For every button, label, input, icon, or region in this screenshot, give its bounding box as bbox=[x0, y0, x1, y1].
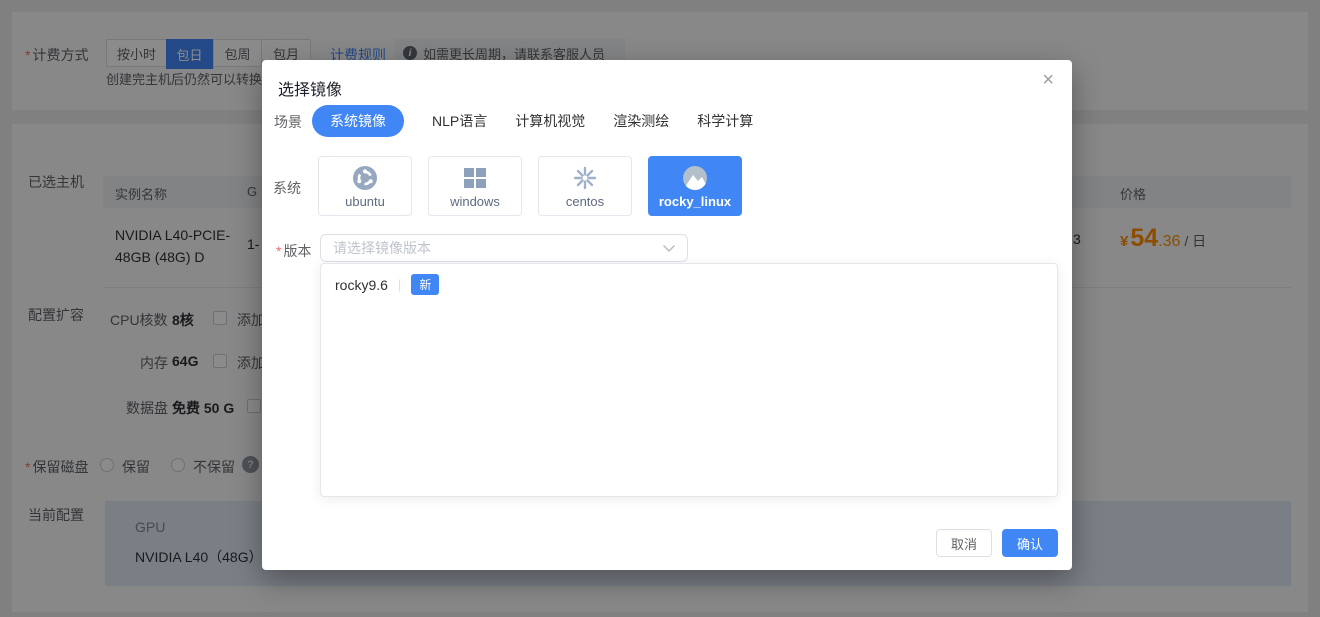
windows-icon bbox=[461, 164, 489, 192]
tab-render-survey[interactable]: 渲染测绘 bbox=[613, 105, 669, 137]
rocky-linux-icon bbox=[681, 164, 709, 192]
tab-computer-vision[interactable]: 计算机视觉 bbox=[515, 105, 585, 137]
os-card-label: windows bbox=[450, 194, 500, 209]
os-card-label: rocky_linux bbox=[659, 194, 731, 209]
os-card-rocky-linux[interactable]: rocky_linux bbox=[648, 156, 742, 216]
scene-tabs: 系统镜像 NLP语言 计算机视觉 渲染测绘 科学计算 bbox=[312, 105, 753, 137]
confirm-button[interactable]: 确认 bbox=[1002, 529, 1058, 557]
version-option-rocky96[interactable]: rocky9.6 | 新 bbox=[321, 264, 1057, 305]
version-option-name: rocky9.6 bbox=[335, 277, 388, 293]
os-card-ubuntu[interactable]: ubuntu bbox=[318, 156, 412, 216]
required-asterisk: * bbox=[276, 243, 281, 259]
new-badge: 新 bbox=[411, 274, 439, 295]
os-card-row: ubuntu windows bbox=[318, 156, 742, 216]
page: *计费方式 按小时 包日 包周 包月 计费规则 i 如需更长周期，请联系客服人员… bbox=[0, 0, 1320, 617]
version-select-placeholder: 请选择镜像版本 bbox=[333, 238, 663, 258]
centos-icon bbox=[571, 164, 599, 192]
tab-system-image[interactable]: 系统镜像 bbox=[312, 105, 404, 137]
version-select[interactable]: 请选择镜像版本 bbox=[320, 234, 688, 262]
os-card-windows[interactable]: windows bbox=[428, 156, 522, 216]
tab-nlp[interactable]: NLP语言 bbox=[432, 105, 487, 137]
version-label: *版本 bbox=[276, 241, 311, 261]
modal-title: 选择镜像 bbox=[278, 76, 342, 100]
version-option-separator: | bbox=[398, 277, 401, 292]
system-label: 系统 bbox=[273, 178, 301, 198]
close-icon[interactable]: × bbox=[1042, 70, 1054, 90]
tab-scientific-computing[interactable]: 科学计算 bbox=[697, 105, 753, 137]
chevron-down-icon bbox=[663, 241, 675, 256]
cancel-button[interactable]: 取消 bbox=[936, 529, 992, 557]
os-card-centos[interactable]: centos bbox=[538, 156, 632, 216]
scene-label: 场景 bbox=[274, 112, 302, 132]
ubuntu-icon bbox=[351, 164, 379, 192]
modal-footer: 取消 确认 bbox=[936, 529, 1058, 557]
os-card-label: ubuntu bbox=[345, 194, 385, 209]
select-image-modal: 选择镜像 × 场景 系统镜像 NLP语言 计算机视觉 渲染测绘 科学计算 系统 bbox=[262, 60, 1072, 570]
version-dropdown-panel: rocky9.6 | 新 bbox=[320, 263, 1058, 497]
os-card-label: centos bbox=[566, 194, 604, 209]
